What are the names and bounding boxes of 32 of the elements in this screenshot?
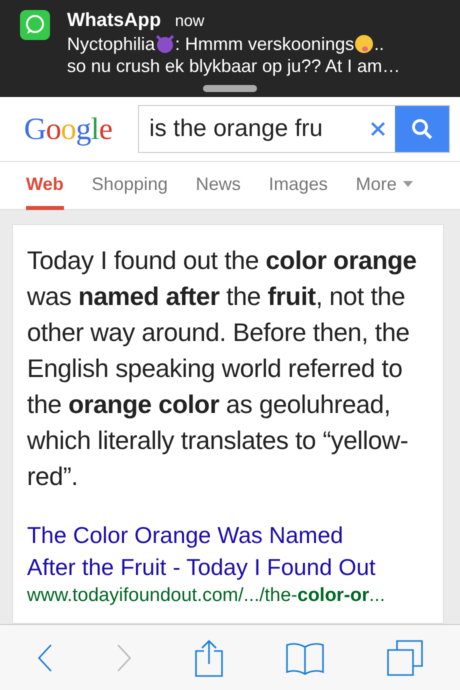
search-icon xyxy=(411,118,433,140)
devil-emoji-icon xyxy=(155,34,176,54)
search-button[interactable] xyxy=(395,106,449,152)
result-snippet: Today I found out the color orange was named after the fruit, not the other way around. Before then, the English speaking world referred to the orange color as geoluhread, which literally translates to “yellow-red”. xyxy=(27,246,418,493)
message-text: so nu crush ek blykbaar op ju?? At I am… xyxy=(67,55,400,77)
whatsapp-icon xyxy=(20,10,50,40)
close-icon xyxy=(370,121,386,137)
result-url: www.todayifoundout.com/.../the-color-or... xyxy=(27,585,386,607)
message-text: Nyctophilia xyxy=(67,33,156,55)
wink-emoji-icon xyxy=(354,34,374,54)
search-tab[interactable]: More xyxy=(356,162,413,210)
message-text: : Hmmm verskoonings xyxy=(175,33,354,55)
grabber-handle[interactable] xyxy=(203,85,257,92)
tabs-icon xyxy=(386,640,423,676)
result-title-link[interactable]: The Color Orange Was Named After the Fruit - Today I Found Out xyxy=(27,519,393,583)
back-icon xyxy=(37,642,54,672)
search-tab[interactable]: News xyxy=(196,162,241,210)
notification-time: now xyxy=(174,12,204,32)
message-text: .. xyxy=(374,33,384,55)
google-logo: Google xyxy=(24,111,112,147)
search-tab[interactable]: Shopping xyxy=(92,162,168,210)
forward-icon xyxy=(116,642,132,672)
search-tab[interactable]: Web xyxy=(26,162,64,210)
tabs-button[interactable] xyxy=(386,640,423,676)
bookmarks-button[interactable] xyxy=(286,640,324,674)
share-icon xyxy=(194,638,224,676)
search-bar[interactable]: is the orange fru xyxy=(138,105,450,153)
app-name: WhatsApp xyxy=(67,10,161,32)
share-button[interactable] xyxy=(194,638,224,676)
back-button[interactable] xyxy=(37,642,54,672)
search-tab[interactable]: Images xyxy=(268,162,328,210)
book-icon xyxy=(286,640,324,674)
